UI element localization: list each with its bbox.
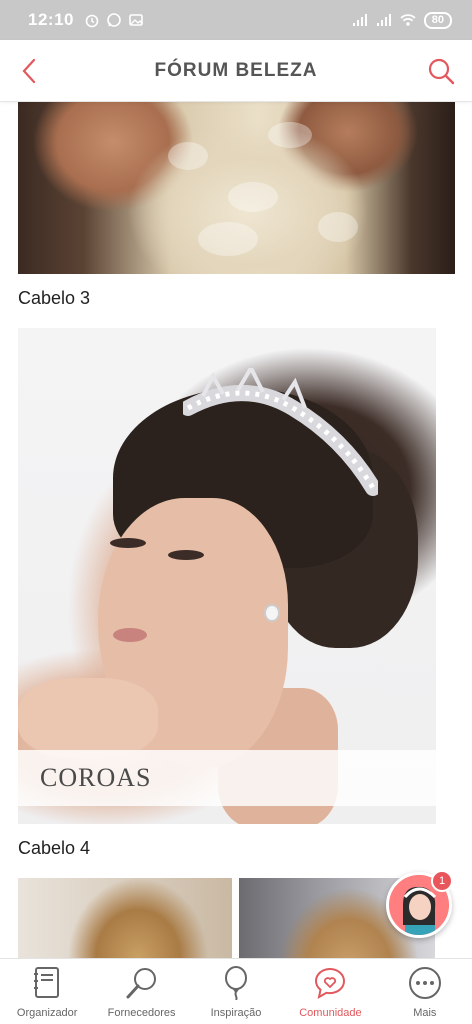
magnifier-icon xyxy=(124,965,160,1001)
post-caption: Cabelo 4 xyxy=(18,838,91,858)
whatsapp-icon xyxy=(107,13,121,27)
nav-label: Organizador xyxy=(16,1007,78,1019)
status-notification-icons xyxy=(84,12,144,28)
image-overlay-label: COROAS xyxy=(18,750,436,806)
post-caption: Cabelo 3 xyxy=(18,288,91,308)
post-image-bride-tiara[interactable]: COROAS xyxy=(18,328,436,824)
lace-detail xyxy=(228,182,278,212)
post-image-dress[interactable] xyxy=(18,102,455,274)
search-button[interactable] xyxy=(422,52,460,90)
signal-icon-2 xyxy=(376,14,391,26)
lace-detail xyxy=(168,142,208,170)
page-title: FÓRUM BELEZA xyxy=(154,59,318,81)
nav-label: Mais xyxy=(413,1007,437,1019)
nav-label: Inspiração xyxy=(210,1007,262,1019)
search-icon xyxy=(428,58,455,85)
nav-item-mais[interactable]: Mais xyxy=(378,959,472,1024)
eye xyxy=(110,538,146,548)
status-bar: 12:10 80 xyxy=(0,0,472,40)
balloon-icon xyxy=(218,965,254,1001)
hand xyxy=(18,678,158,758)
earring xyxy=(264,604,280,622)
lace-detail xyxy=(318,212,358,242)
status-time: 12:10 xyxy=(28,10,74,29)
status-system-icons: 80 xyxy=(352,11,452,29)
notification-badge: 1 xyxy=(431,870,453,892)
post-image-hair-left[interactable] xyxy=(18,878,232,958)
lips xyxy=(113,628,147,642)
battery-level: 80 xyxy=(423,11,452,29)
nav-label: Fornecedores xyxy=(107,1007,176,1019)
bottom-nav: Organizador Fornecedores Inspiração Comu… xyxy=(0,958,472,1024)
nav-item-fornecedores[interactable]: Fornecedores xyxy=(94,959,188,1024)
forum-feed[interactable]: Cabelo 3 COROAS Cabelo 4 xyxy=(0,102,472,958)
nav-item-organizador[interactable]: Organizador xyxy=(0,959,94,1024)
chevron-left-icon xyxy=(22,58,36,84)
wifi-icon xyxy=(400,14,416,26)
alarm-icon xyxy=(85,14,99,28)
back-button[interactable] xyxy=(10,52,48,90)
signal-icon xyxy=(352,14,367,26)
chat-heart-icon xyxy=(312,965,348,1001)
lace-detail xyxy=(198,222,258,256)
nav-label: Comunidade xyxy=(299,1007,362,1019)
tiara-icon xyxy=(183,368,378,496)
eye xyxy=(168,550,204,560)
gallery-icon xyxy=(129,14,143,26)
nav-item-comunidade[interactable]: Comunidade xyxy=(283,959,377,1024)
notebook-icon xyxy=(29,965,65,1001)
overlay-text: COROAS xyxy=(40,763,152,792)
app-header: FÓRUM BELEZA xyxy=(0,40,472,102)
nav-item-inspiracao[interactable]: Inspiração xyxy=(189,959,283,1024)
more-dots-icon xyxy=(407,965,443,1001)
lace-detail xyxy=(268,122,312,148)
